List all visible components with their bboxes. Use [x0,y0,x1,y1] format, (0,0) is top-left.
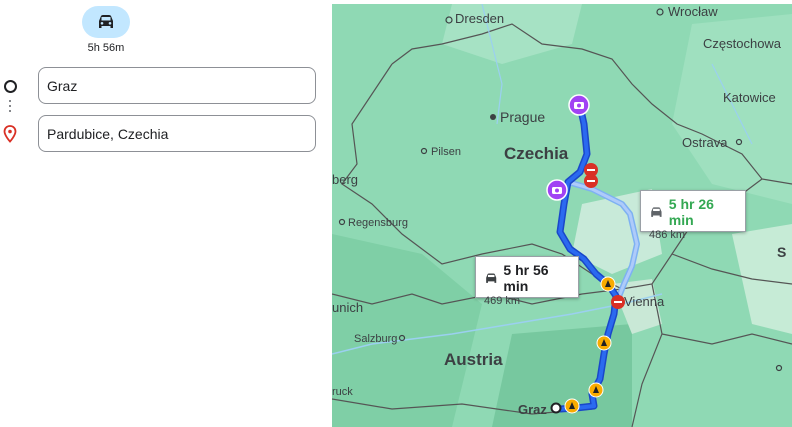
origin-marker-icon [550,402,562,414]
label-unich: unich [332,300,363,315]
label-vienna: Vienna [624,294,665,309]
roadwork-icon[interactable] [596,335,612,351]
label-wroclaw: Wrocław [668,4,718,19]
label-graz: Graz [518,402,547,417]
origin-circle-icon [4,80,17,93]
label-czechia: Czechia [504,144,569,163]
route-callout-alternate[interactable]: 5 hr 26 min 486 km [640,190,746,241]
car-icon [486,272,497,283]
directions-panel: 5h 56m [0,0,332,427]
roadwork-icon[interactable] [564,398,580,414]
destination-camera-pin-icon[interactable] [568,94,590,116]
route-callout-selected[interactable]: 5 hr 56 min 469 km [475,256,579,307]
origin-input[interactable] [38,67,316,104]
map-view[interactable]: Dresden Wrocław Częstochowa Prague Katow… [332,4,792,427]
camera-pin-icon[interactable] [546,179,568,201]
label-pilsen: Pilsen [431,146,461,158]
route-dots-icon [9,100,11,112]
label-prague: Prague [500,109,545,125]
route-time-alternate: 5 hr 26 min [668,196,714,228]
route-time-selected: 5 hr 56 min [503,262,549,294]
route-distance-alternate: 486 km [649,229,686,241]
label-ostrava: Ostrava [682,135,728,150]
destination-pin-icon [3,125,17,143]
label-salzburg: Salzburg [354,333,397,345]
car-icon [99,15,113,28]
driving-duration: 5h 56m [87,42,125,54]
label-ruck: ruck [332,386,353,398]
destination-input[interactable] [38,115,316,152]
road-closure-icon[interactable] [611,295,625,309]
label-dresden: Dresden [455,11,504,26]
route-distance-selected: 469 km [484,295,521,307]
label-katowice: Katowice [723,90,776,105]
roadwork-icon[interactable] [588,382,604,398]
label-czestochowa: Częstochowa [703,36,782,51]
label-s: S [777,244,786,260]
label-berg: berg [332,172,358,187]
label-austria: Austria [444,350,503,369]
travel-mode-driving-button[interactable] [82,6,130,38]
roadwork-icon[interactable] [600,276,616,292]
label-regensburg: Regensburg [348,217,408,229]
car-icon [651,206,662,217]
